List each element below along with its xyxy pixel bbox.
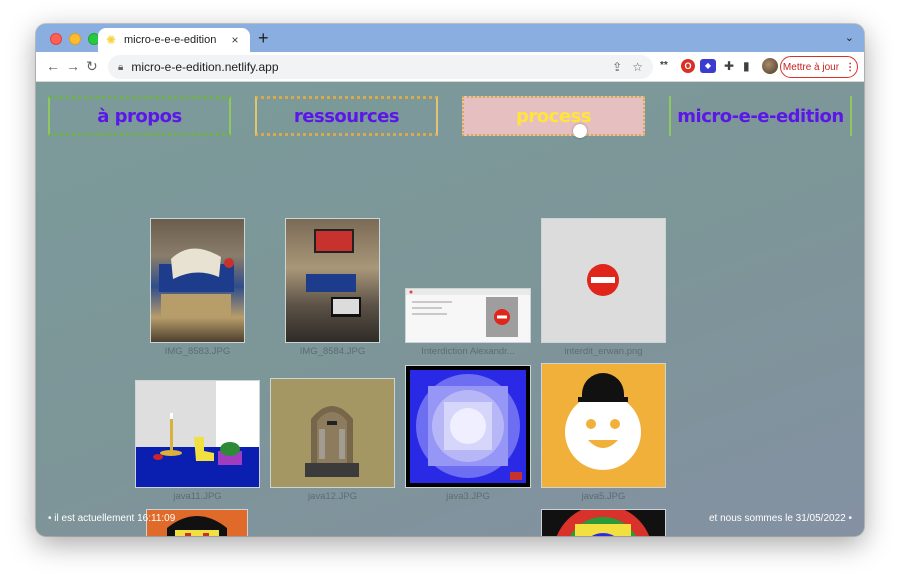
caption-java11: java11.JPG	[173, 491, 222, 502]
nav-micro-e-e-edition[interactable]: micro-e-e-edition	[669, 96, 852, 136]
close-window-button[interactable]	[50, 33, 62, 45]
gallery-thumb-img8584[interactable]	[286, 219, 379, 342]
tab-strip: ✺ micro-e-e-e-edition × + ⌄	[36, 24, 864, 52]
nav-process[interactable]: process	[462, 96, 645, 136]
tab-search-chevron-icon[interactable]: ⌄	[845, 31, 854, 44]
current-date-text: et nous sommes le 31/05/2022 •	[708, 513, 852, 524]
caption-java12: java12.JPG	[307, 491, 358, 502]
gallery-thumb-java12[interactable]	[271, 379, 394, 487]
new-tab-button[interactable]: +	[258, 29, 269, 47]
lock-icon: 🔒︎	[118, 61, 124, 73]
caption-img8583: IMG_8583.JPG	[164, 346, 231, 357]
opera-extension-icon[interactable]: O	[681, 59, 695, 73]
current-time-text: • il est actuellement 16:11:09	[48, 513, 176, 524]
minimize-window-button[interactable]	[69, 33, 81, 45]
caption-img8584: IMG_8584.JPG	[299, 346, 366, 357]
sun-favicon-icon: ✺	[106, 33, 117, 47]
gallery-thumb-java5[interactable]	[542, 364, 665, 487]
share-icon[interactable]: ⇪	[612, 60, 622, 74]
back-arrow-icon[interactable]: ←	[46, 58, 60, 74]
tab-title: micro-e-e-e-edition	[124, 34, 217, 46]
tab-close-icon[interactable]: ×	[228, 33, 242, 47]
bookmark-star-icon[interactable]: ☆	[632, 60, 643, 74]
nav-a-propos[interactable]: à propos	[48, 96, 231, 136]
extensions-puzzle-icon[interactable]: ✚	[724, 59, 734, 73]
browser-window: ✺ micro-e-e-e-edition × + ⌄ ← → ↻ 🔒︎ mic…	[36, 24, 864, 536]
url-text: micro-e-e-edition.netlify.app	[131, 60, 279, 74]
more-menu-icon: ⋮	[845, 61, 856, 73]
update-button-label: Mettre à jour	[782, 61, 840, 73]
gallery-thumb-row3-concentric[interactable]	[542, 510, 665, 536]
active-tab[interactable]: ✺ micro-e-e-e-edition ×	[98, 28, 250, 52]
nav-ressources[interactable]: ressources	[255, 96, 438, 136]
page-content: à propos ressources process micro-e-e-ed…	[36, 82, 864, 536]
caption-java3: java3.JPG	[446, 491, 490, 502]
caption-interdit-erwan: interdit_erwan.png	[564, 346, 643, 357]
layers-extension-icon[interactable]: ◆	[700, 59, 716, 73]
update-button[interactable]: Mettre à jour ⋮	[780, 56, 858, 78]
side-panel-icon[interactable]: ▮	[743, 59, 750, 73]
browser-toolbar: ← → ↻ 🔒︎ micro-e-e-edition.netlify.app ⇪…	[36, 52, 864, 82]
caption-interdiction: Interdiction Alexandr...	[421, 346, 515, 357]
forward-arrow-icon[interactable]: →	[66, 58, 80, 74]
reload-icon[interactable]: ↻	[86, 58, 98, 74]
gallery-thumb-interdiction[interactable]	[406, 289, 530, 342]
caption-java5: java5.JPG	[581, 491, 626, 502]
gallery-thumb-java3[interactable]	[406, 366, 530, 487]
gallery-thumb-interdit-erwan[interactable]	[542, 219, 665, 342]
gallery-thumb-java11[interactable]	[136, 381, 259, 487]
address-bar[interactable]: 🔒︎ micro-e-e-edition.netlify.app ⇪ ☆	[108, 55, 653, 79]
mouse-cursor	[573, 124, 587, 138]
gallery-thumb-img8583[interactable]	[151, 219, 244, 342]
extension-stars-icon[interactable]: **	[660, 59, 668, 73]
profile-avatar[interactable]	[762, 58, 778, 74]
